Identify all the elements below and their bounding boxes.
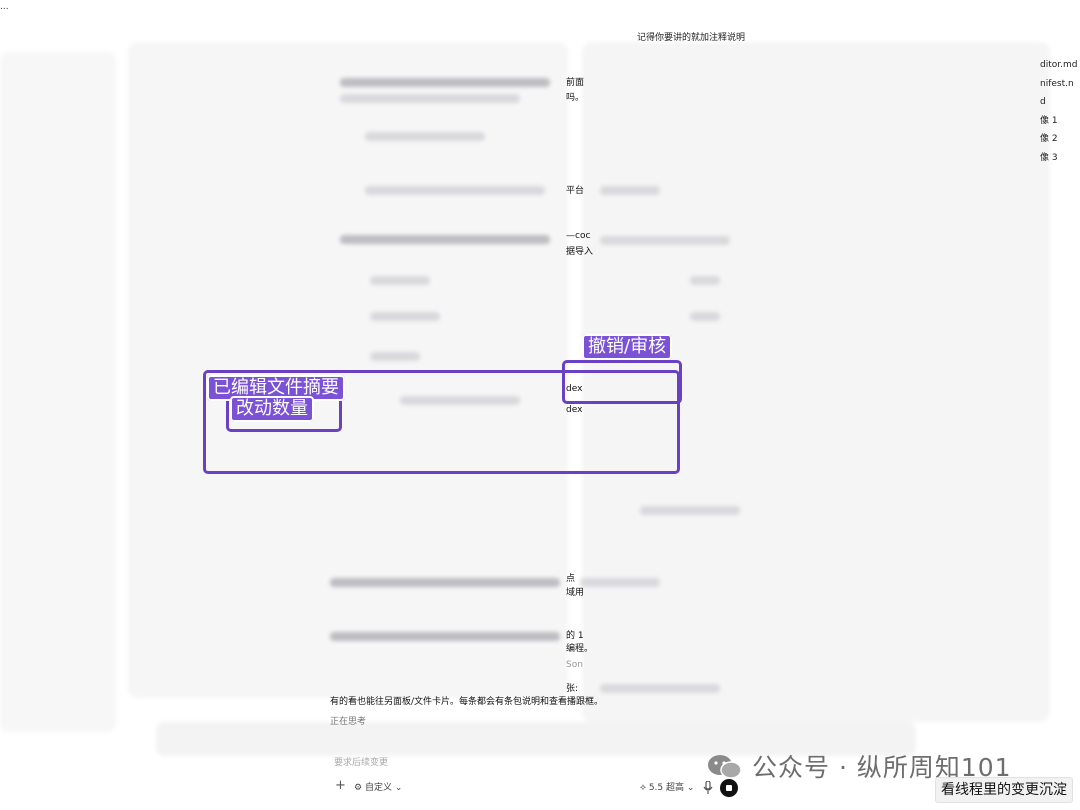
text-fragment: 吗。: [566, 93, 585, 103]
text-fragment: 平台: [566, 186, 585, 196]
blurred-text: [330, 578, 560, 587]
blurred-text: [600, 236, 730, 245]
blurred-text: [330, 632, 560, 641]
file-item[interactable]: 像 2: [1040, 130, 1080, 149]
mic-icon[interactable]: [703, 781, 713, 795]
model-label: 5.5 超高: [648, 783, 684, 793]
change-count-label: 改动数量: [230, 396, 314, 422]
blurred-text: [690, 312, 720, 321]
text-fragment: 点: [566, 574, 576, 584]
file-item[interactable]: 像 1: [1040, 112, 1080, 131]
file-item[interactable]: d: [1040, 93, 1080, 112]
blurred-text: [600, 186, 660, 195]
text-fragment: 前面: [566, 78, 585, 88]
text-fragment: 据导入: [566, 247, 594, 257]
text-fragment: 域用: [566, 588, 585, 598]
gear-icon: ⚙: [354, 783, 365, 793]
composer-toolbar: ⚙ 自定义 ⌄ ⟡ 5.5 超高 ⌄: [330, 776, 740, 800]
blurred-text: [365, 132, 485, 141]
right-file-list: ditor.md nifest.n d 像 1 像 2 像 3: [1040, 56, 1080, 167]
status-thinking: 正在思考: [330, 717, 367, 727]
top-note: 记得你要讲的就加注释说明: [637, 33, 746, 43]
blurred-text: [365, 186, 545, 195]
blurred-text: [370, 352, 420, 361]
undo-review-label: 撤销/审核: [582, 334, 673, 360]
text-fragment: —coc: [566, 231, 591, 241]
text-fragment: 有的看也能往另面板/文件卡片。每条都会有条包说明和查看播跟框。: [330, 697, 604, 707]
custom-mode-selector[interactable]: ⚙ 自定义 ⌄: [354, 780, 402, 793]
custom-label: 自定义: [364, 783, 392, 793]
blurred-text: [370, 276, 430, 285]
blurred-text: [340, 235, 550, 244]
blurred-text: [580, 578, 660, 587]
blurred-text: [600, 684, 720, 693]
blurred-text: [340, 78, 550, 87]
blurred-text: [340, 94, 520, 103]
caption-label: 看线程里的变更沉淀: [935, 777, 1073, 803]
model-selector[interactable]: ⟡ 5.5 超高 ⌄: [640, 780, 694, 793]
chevron-down-icon: ⌄: [684, 783, 695, 793]
text-fragment: 的 1: [566, 631, 584, 641]
text-fragment: 编程。: [566, 644, 594, 654]
app-window: ... 记得你要讲的就加注释说明 ditor.md nifest.n d 像 1…: [0, 0, 1080, 810]
file-item[interactable]: nifest.n: [1040, 75, 1080, 94]
blurred-text: [640, 506, 740, 515]
composer-placeholder[interactable]: 要求后续变更: [334, 755, 388, 768]
wechat-logo-icon: [708, 755, 742, 779]
blurred-text: [690, 276, 720, 285]
file-item[interactable]: ditor.md: [1040, 56, 1080, 75]
file-item[interactable]: 像 3: [1040, 149, 1080, 168]
model-icon: ⟡: [640, 783, 649, 793]
chevron-down-icon: ⌄: [391, 783, 403, 793]
undo-review-box: [562, 360, 682, 404]
text-fragment: Son: [566, 660, 583, 670]
text-fragment: 张:: [566, 684, 579, 694]
left-sidebar: [0, 52, 116, 732]
blurred-text: [370, 312, 440, 321]
